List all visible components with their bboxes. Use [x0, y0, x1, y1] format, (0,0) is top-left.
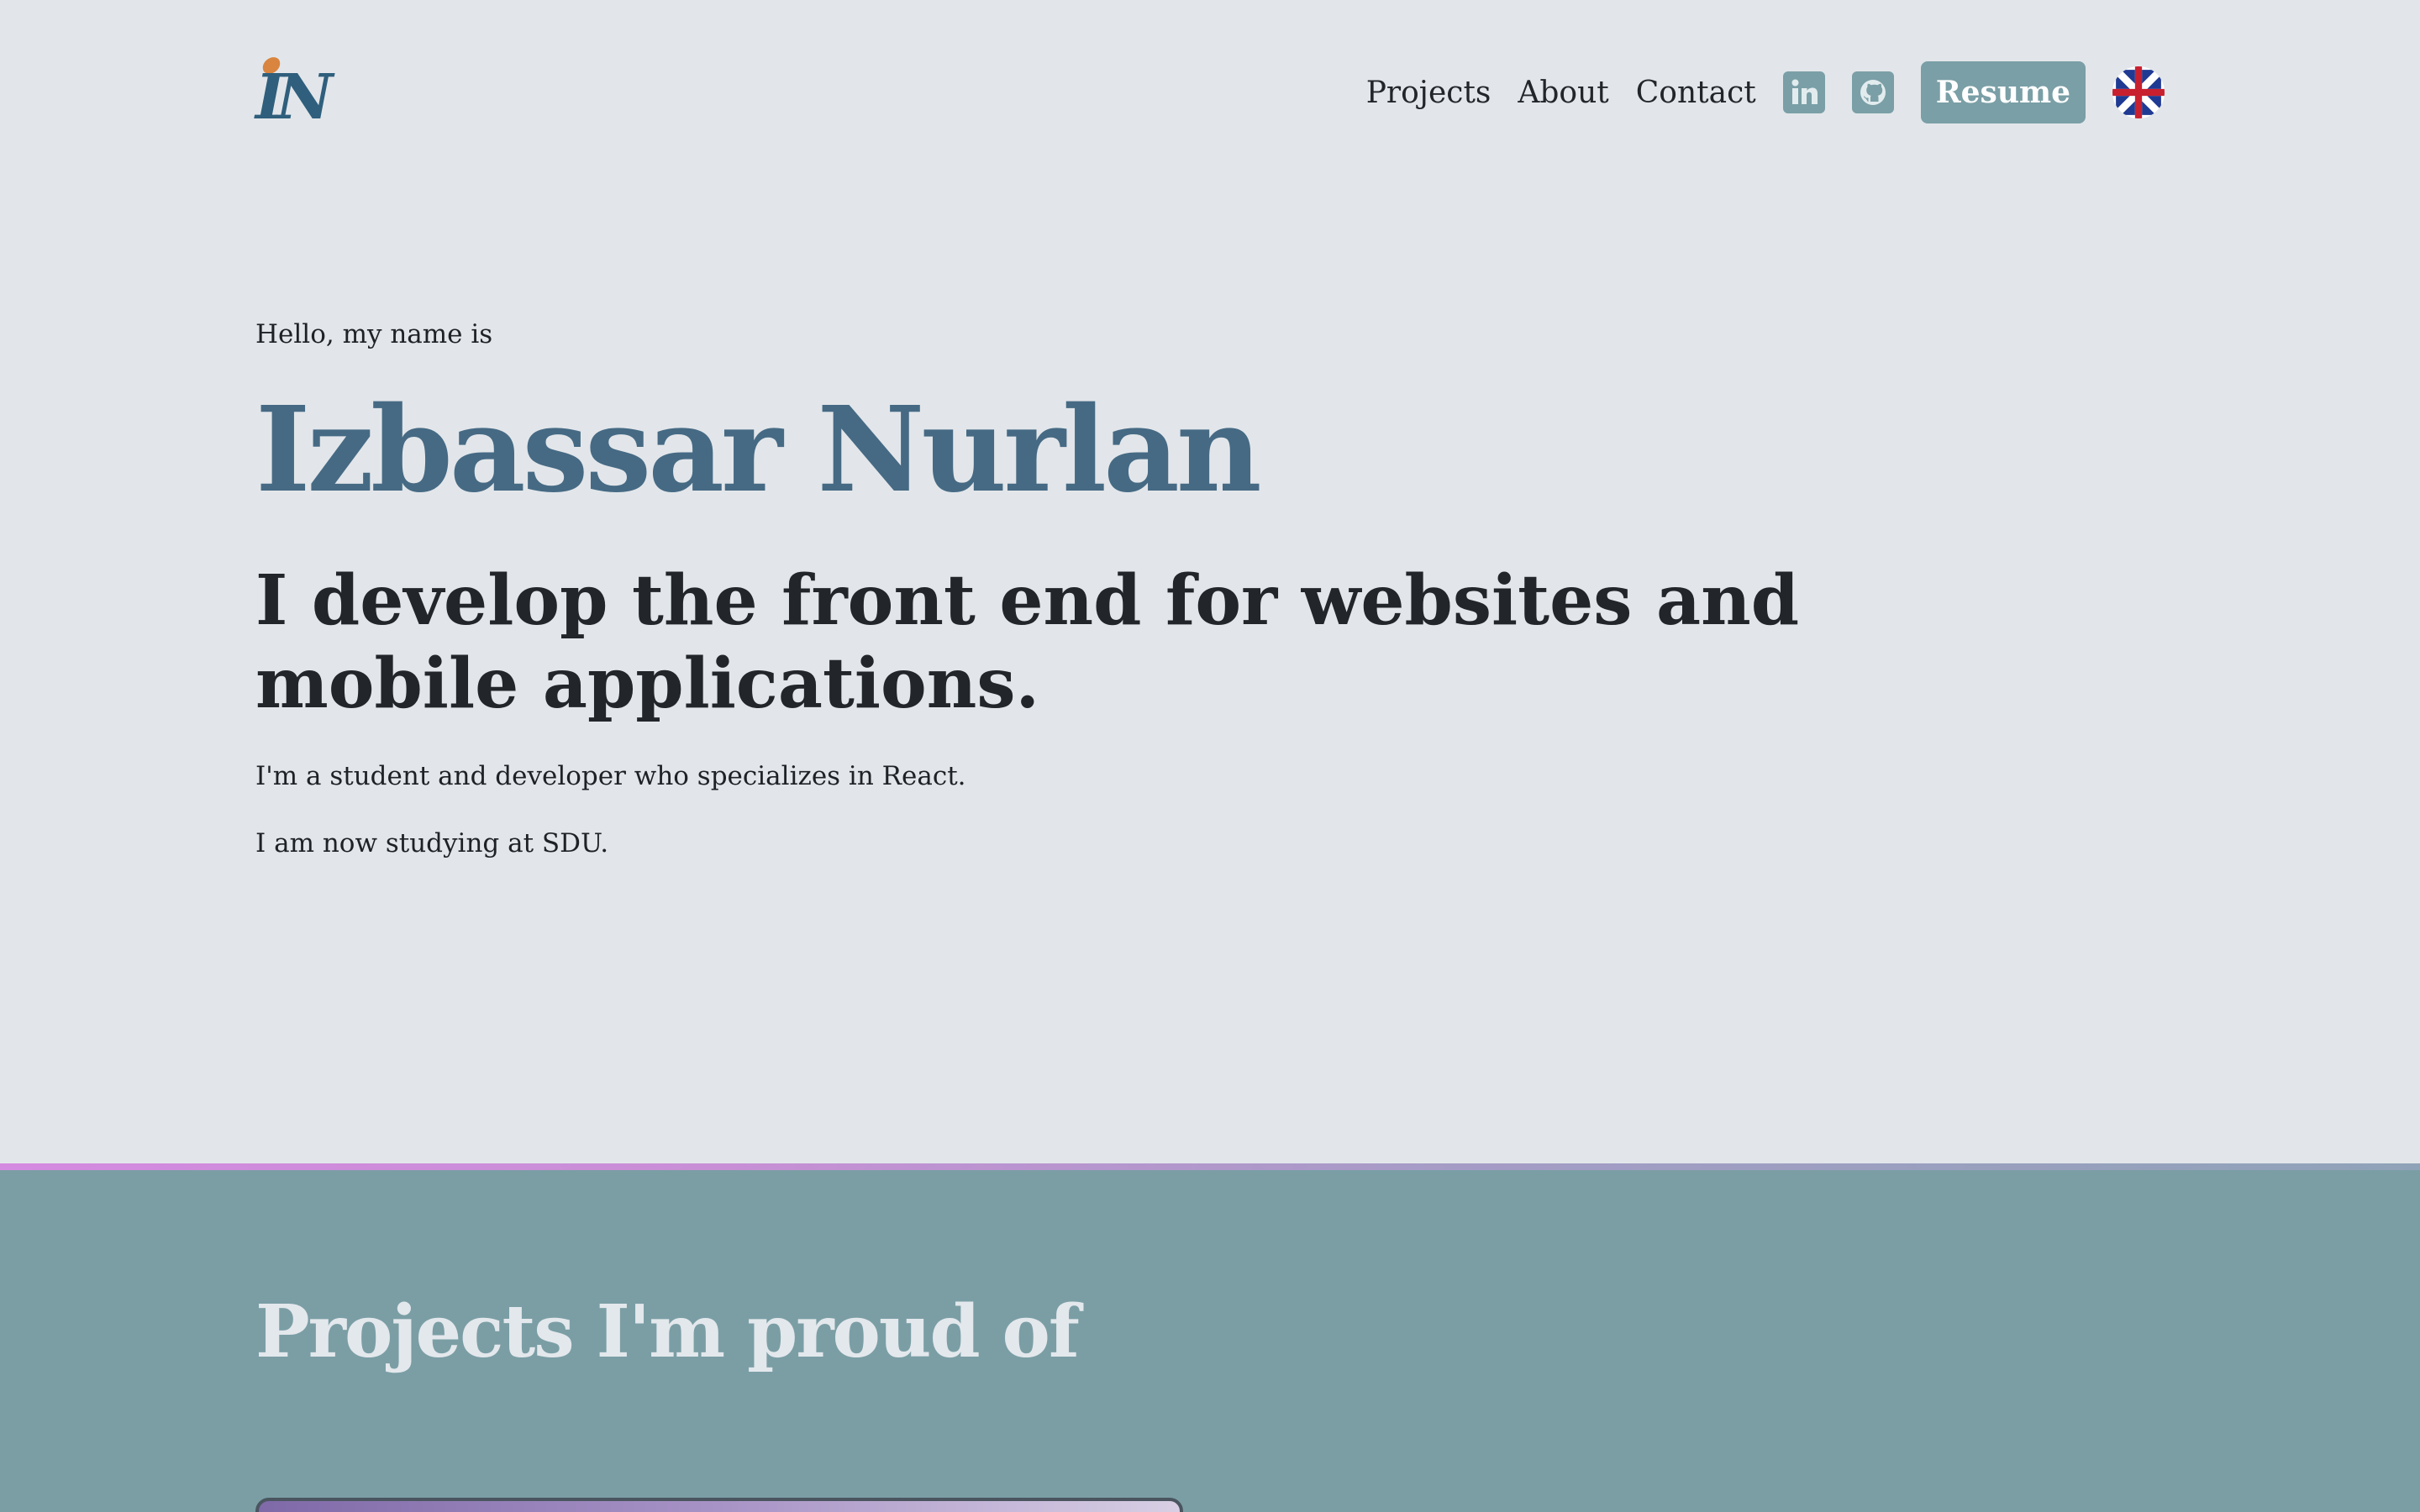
- nav-projects[interactable]: Projects: [1366, 76, 1491, 110]
- project-card[interactable]: [255, 1498, 1183, 1512]
- page-title: Izbassar Nurlan: [255, 381, 1262, 519]
- main-nav: Projects About Contact Resume: [1366, 61, 2165, 123]
- nav-contact[interactable]: Contact: [1636, 76, 1756, 110]
- projects-section: Projects I'm proud of: [0, 1170, 2420, 1512]
- description-study: I am now studying at SDU.: [255, 828, 609, 858]
- section-divider: [0, 1163, 2420, 1170]
- hero-section: Hello, my name is Izbassar Nurlan I deve…: [255, 319, 1936, 894]
- linkedin-icon[interactable]: [1782, 71, 1825, 113]
- resume-button[interactable]: Resume: [1920, 61, 2086, 123]
- projects-heading: Projects I'm proud of: [255, 1289, 1080, 1374]
- logo[interactable]: IN: [255, 55, 333, 129]
- portfolio-page: IN Projects About Contact Resume Hello, …: [0, 0, 2420, 1512]
- nav-about[interactable]: About: [1518, 76, 1608, 110]
- greeting: Hello, my name is: [255, 319, 493, 349]
- github-icon[interactable]: [1851, 71, 1894, 113]
- github-glyph: [1860, 80, 1886, 105]
- linkedin-glyph: [1791, 79, 1818, 104]
- description-specialty: I'm a student and developer who speciali…: [255, 761, 966, 791]
- language-switch: [2112, 66, 2165, 118]
- site-header: IN Projects About Contact Resume: [255, 50, 2165, 134]
- uk-flag-icon[interactable]: [2112, 66, 2165, 118]
- tagline: I develop the front end for websites and…: [255, 560, 1800, 724]
- logo-text: IN: [255, 61, 333, 134]
